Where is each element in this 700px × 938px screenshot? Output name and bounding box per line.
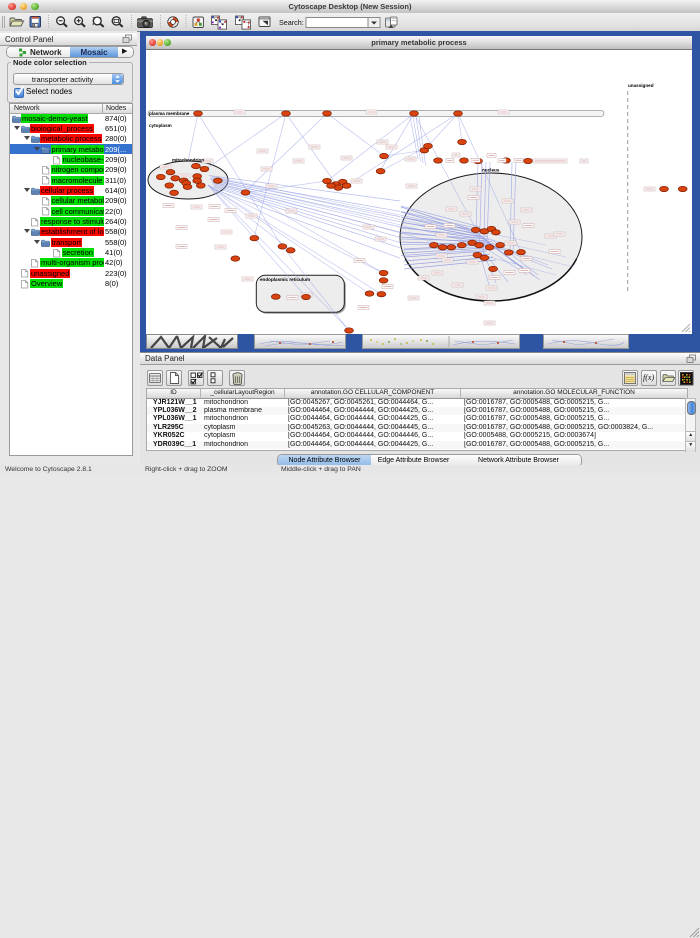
svg-text:cytoplasm: cytoplasm (149, 123, 172, 128)
svg-text:mitochondrion: mitochondrion (172, 158, 204, 163)
svg-text:nucleus: nucleus (482, 168, 500, 173)
svg-text:unassigned: unassigned (628, 83, 654, 88)
svg-text:endoplasmic reticulum: endoplasmic reticulum (260, 277, 310, 282)
svg-text:plasma membrane: plasma membrane (149, 111, 190, 116)
svg-text:Search:: Search: (279, 18, 304, 27)
